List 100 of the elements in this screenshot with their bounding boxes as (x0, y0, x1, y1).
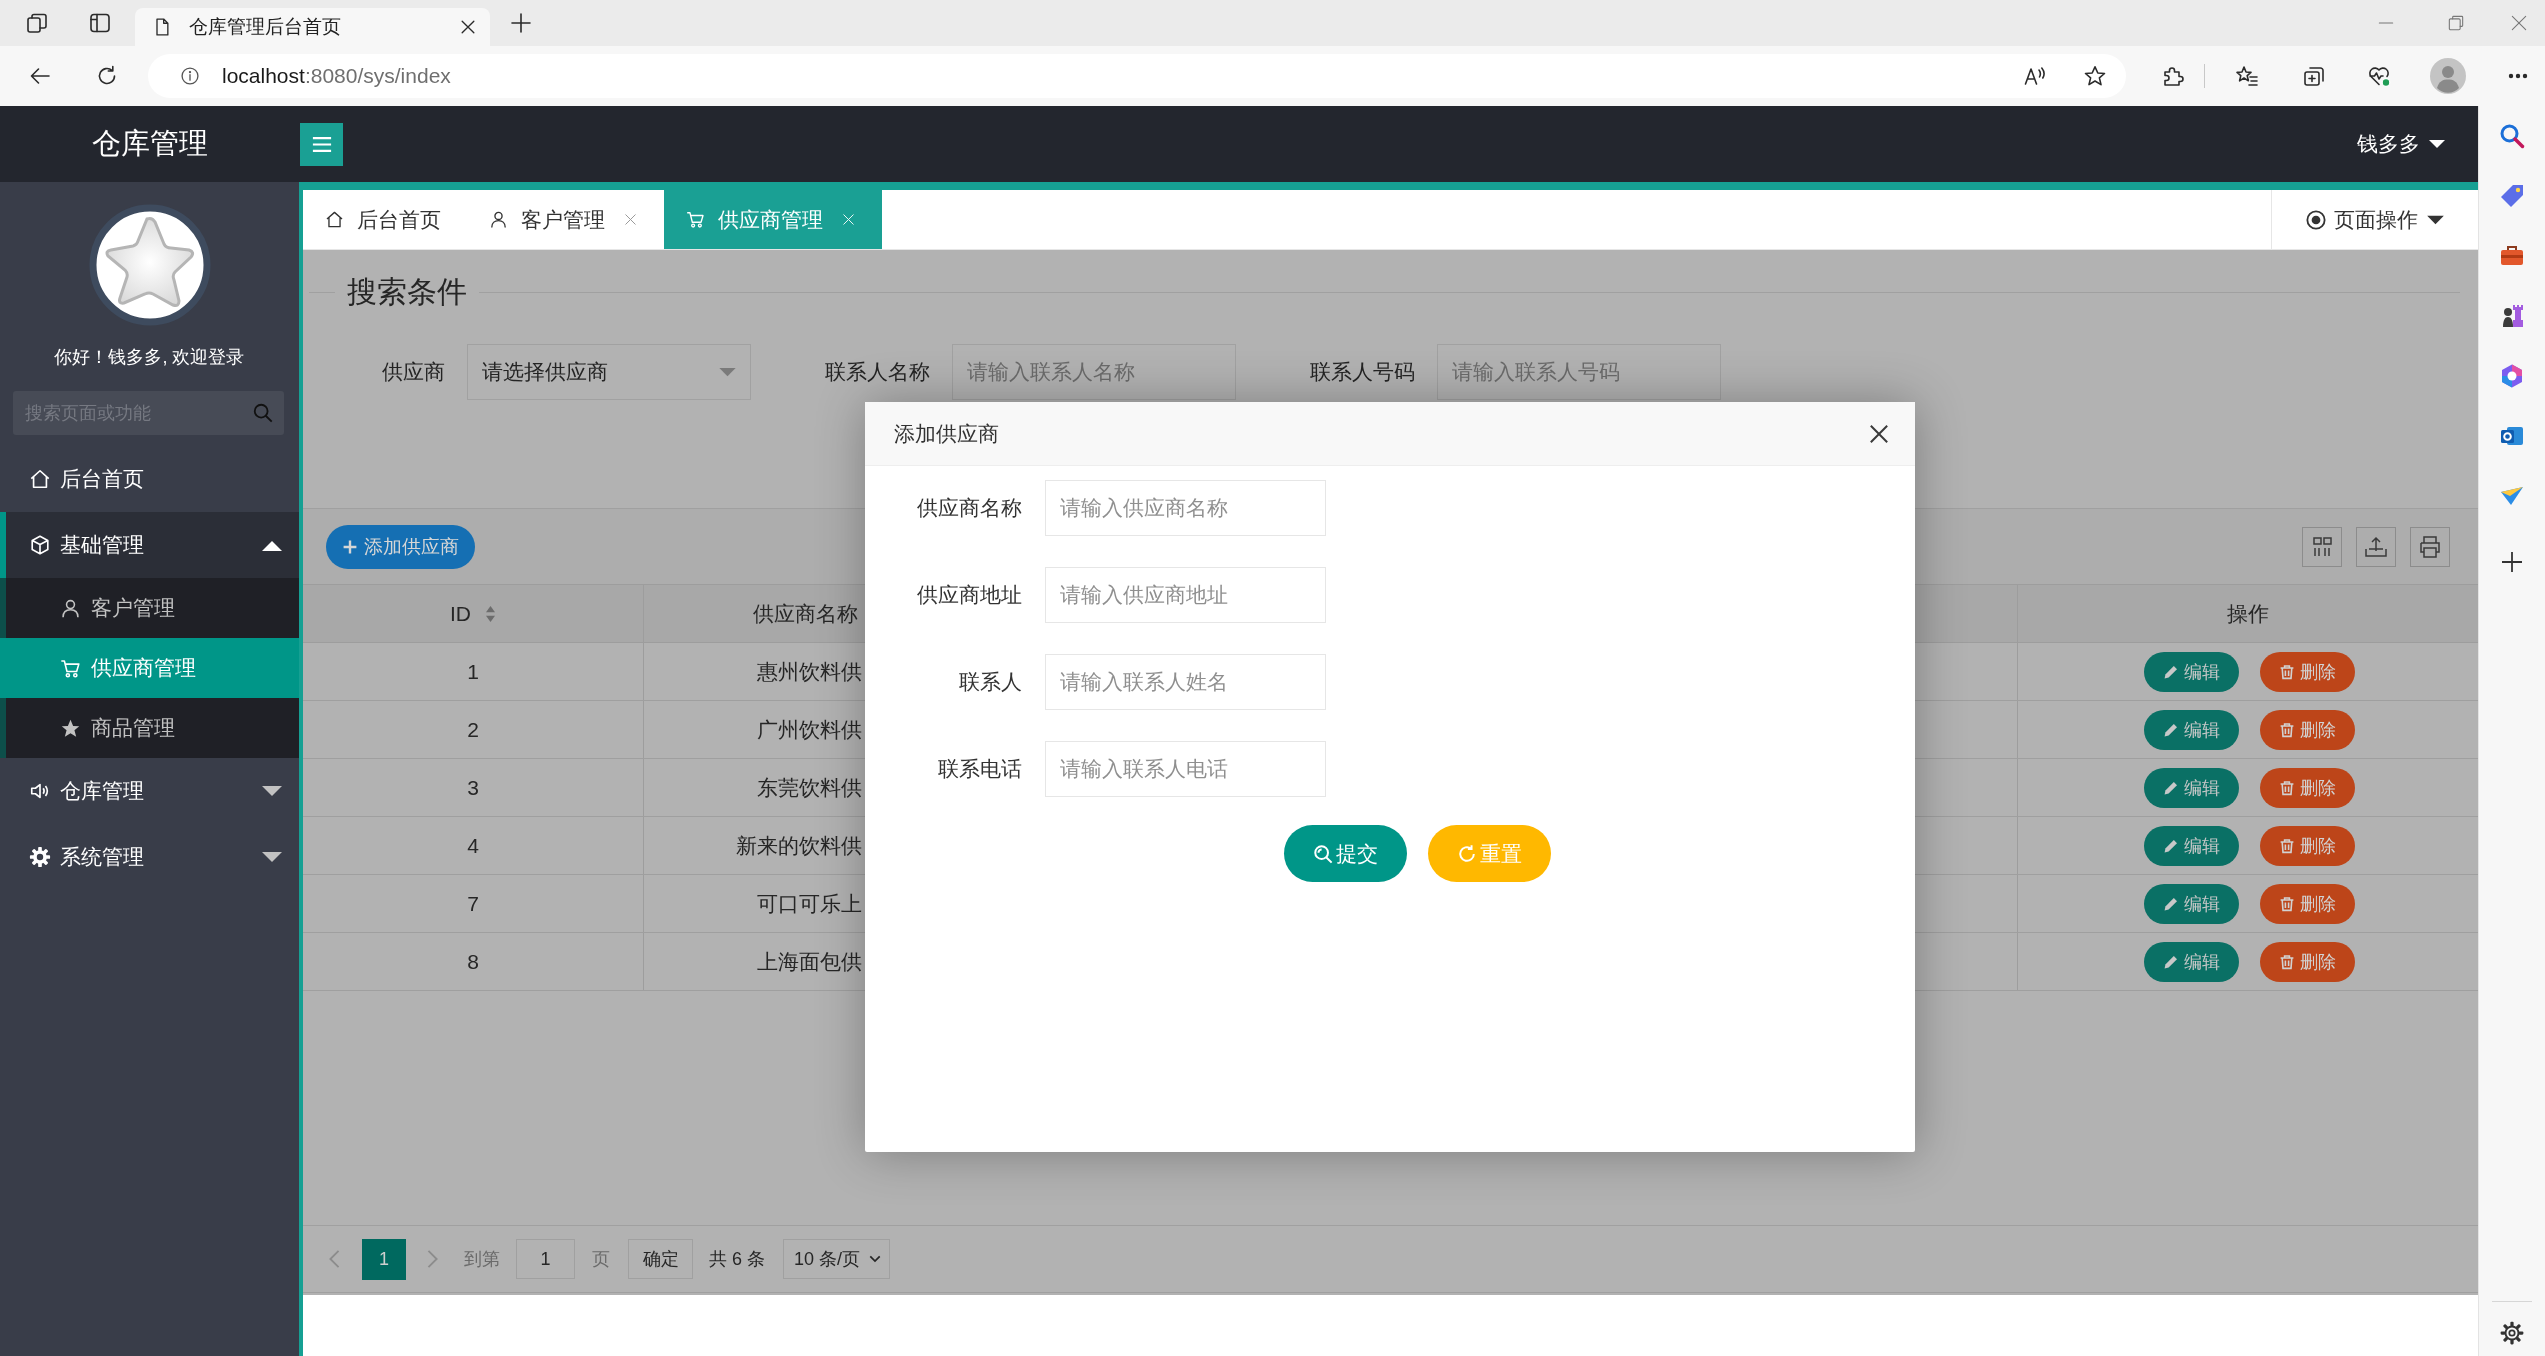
delete-button[interactable]: 删除 (2259, 941, 2355, 982)
sidebar-item[interactable]: 客户管理 (0, 578, 299, 638)
edit-button[interactable]: 编辑 (2143, 883, 2239, 924)
close-icon[interactable] (1869, 423, 1889, 444)
search-icon[interactable] (2499, 123, 2525, 149)
user-menu[interactable]: 钱多多 (2357, 130, 2445, 158)
sidebar-item[interactable]: 后台首页 (0, 446, 299, 512)
field-label: 联系电话 (937, 756, 1022, 782)
table-cell: 3 (303, 759, 644, 816)
trash-icon (2278, 721, 2295, 738)
caret-down-icon (2427, 214, 2444, 225)
supplier-select[interactable]: 请选择供应商 (467, 344, 751, 400)
dialog-title: 添加供应商 (894, 420, 999, 447)
search-input-field[interactable]: 请输入联系人名称 (952, 344, 1236, 400)
column-header: 供应商名称 (752, 600, 858, 627)
user-icon (489, 210, 508, 229)
trash-icon (2278, 663, 2295, 680)
column-header: 操作 (2227, 600, 2269, 627)
info-icon (180, 66, 200, 86)
table-cell-text: 上海面包供 (757, 948, 862, 975)
search-icon (1313, 843, 1333, 864)
new-tab-icon[interactable] (509, 11, 533, 35)
browser-tab[interactable]: 仓库管理后台首页 (135, 8, 490, 46)
page-size-select[interactable]: 10 条/页 (783, 1239, 890, 1279)
pencil-icon (2162, 837, 2179, 854)
delete-button[interactable]: 删除 (2259, 651, 2355, 692)
edit-button[interactable]: 编辑 (2143, 709, 2239, 750)
delete-button[interactable]: 删除 (2259, 767, 2355, 808)
table-cell: 4 (303, 817, 644, 874)
field-label: 供应商名称 (916, 495, 1022, 521)
caret-down-icon (2429, 139, 2445, 149)
sidebar-item[interactable]: 系统管理 (0, 824, 299, 890)
table-cell-text: 广州饮料供 (757, 716, 862, 743)
add-supplier-button[interactable]: 添加供应商 (326, 524, 475, 569)
edit-button[interactable]: 编辑 (2143, 767, 2239, 808)
favorites-icon[interactable] (2235, 64, 2259, 88)
table-cell: 1 (303, 643, 644, 700)
pencil-icon (2162, 953, 2179, 970)
page-number[interactable]: 1 (362, 1238, 406, 1280)
address-field[interactable]: localhost:8080/sys/index (148, 54, 2126, 98)
sidebar-item[interactable]: 仓库管理 (0, 758, 299, 824)
puzzle-icon[interactable] (2161, 64, 2185, 88)
table-cell-text: 可口可乐上 (757, 890, 862, 917)
delete-button[interactable]: 删除 (2259, 709, 2355, 750)
columns-icon[interactable] (2302, 526, 2342, 567)
radio-dot-icon (2306, 209, 2326, 230)
tag-icon[interactable] (2499, 183, 2525, 209)
pencil-icon (2162, 779, 2179, 796)
read-aloud-icon[interactable] (2023, 64, 2047, 88)
field-label: 供应商 (381, 359, 445, 385)
input-field[interactable]: 请输入供应商名称 (1045, 480, 1326, 536)
export-icon[interactable] (2356, 526, 2396, 567)
column-header[interactable]: ID (450, 601, 496, 626)
plus-icon (342, 538, 358, 555)
cart-icon (60, 657, 81, 679)
page-tab[interactable]: 供应商管理 (664, 190, 882, 249)
input-field[interactable]: 请输入联系人电话 (1045, 741, 1326, 797)
edit-button[interactable]: 编辑 (2143, 941, 2239, 982)
sidebar-item[interactable]: 商品管理 (0, 698, 299, 758)
confirm-button[interactable]: 确定 (628, 1239, 693, 1279)
home-icon (29, 468, 51, 490)
avatar-icon (88, 204, 211, 326)
greeting-text: 你好！钱多多, 欢迎登录 (54, 346, 245, 369)
table-cell: 2 (303, 701, 644, 758)
hexagon-icon[interactable] (2499, 363, 2525, 389)
print-icon[interactable] (2410, 526, 2450, 567)
workspaces-icon[interactable] (25, 11, 49, 35)
star-icon[interactable] (2083, 64, 2107, 88)
cart-icon (686, 210, 705, 229)
heart-pulse-icon[interactable] (2367, 64, 2391, 88)
submit-button[interactable]: 提交 (1284, 825, 1407, 882)
search-input-field[interactable]: 请输入联系人号码 (1437, 344, 1721, 400)
user-icon (60, 597, 81, 619)
field-label: 联系人 (958, 669, 1022, 695)
settings-icon[interactable] (2499, 1320, 2525, 1346)
delete-button[interactable]: 删除 (2259, 883, 2355, 924)
input-field[interactable]: 请输入联系人姓名 (1045, 654, 1326, 710)
tab-actions-icon[interactable] (88, 11, 112, 35)
input-field[interactable]: 请输入供应商地址 (1045, 567, 1326, 623)
edit-button[interactable]: 编辑 (2143, 651, 2239, 692)
menu-toggle-button[interactable] (300, 122, 343, 166)
trash-icon (2278, 953, 2295, 970)
field-label: 供应商地址 (916, 582, 1022, 608)
page-input[interactable]: 1 (516, 1239, 575, 1279)
cube-icon (29, 534, 51, 556)
delete-button[interactable]: 删除 (2259, 825, 2355, 866)
table-cell: 7 (303, 875, 644, 932)
trash-icon (2278, 895, 2295, 912)
restore-icon[interactable] (2446, 13, 2466, 33)
plus-icon[interactable] (2499, 549, 2525, 575)
edit-button[interactable]: 编辑 (2143, 825, 2239, 866)
table-cell-text: 新来的饮料供 (736, 832, 862, 859)
sidebar-item[interactable]: 供应商管理 (0, 638, 299, 698)
collections-icon[interactable] (2302, 64, 2326, 88)
pencil-icon (2162, 895, 2179, 912)
field-label: 联系人名称 (824, 359, 930, 385)
app-logo: 仓库管理 (90, 126, 209, 161)
section-title: 搜索条件 (346, 274, 468, 310)
profile-icon[interactable] (2430, 58, 2466, 94)
sidebar-item[interactable]: 基础管理 (0, 512, 299, 578)
